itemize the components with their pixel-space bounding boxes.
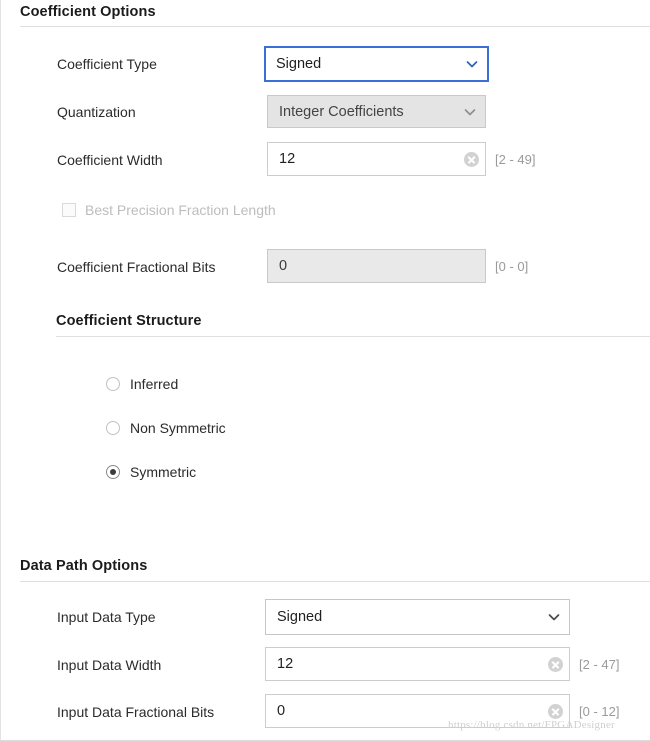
radio-coefficient-structure-inferred[interactable]: Inferred: [106, 376, 178, 392]
range-hint-coefficient-width: [2 - 49]: [495, 152, 536, 167]
select-quantization-value: Integer Coefficients: [279, 103, 404, 120]
select-quantization[interactable]: Integer Coefficients: [267, 95, 486, 128]
radio-coefficient-structure-non-symmetric[interactable]: Non Symmetric: [106, 420, 226, 436]
label-input-data-type: Input Data Type: [57, 609, 156, 625]
checkbox-box-icon[interactable]: [62, 203, 76, 217]
radio-circle-selected-icon[interactable]: [106, 465, 120, 479]
chevron-down-icon: [463, 105, 477, 119]
radio-coefficient-structure-symmetric[interactable]: Symmetric: [106, 464, 196, 480]
input-coefficient-width[interactable]: 12: [267, 142, 486, 176]
select-input-data-type-value: Signed: [277, 609, 323, 625]
input-input-data-fractional-bits-value: 0: [277, 703, 286, 719]
checkbox-best-precision-fraction-length-label: Best Precision Fraction Length: [85, 202, 276, 218]
section-divider-coefficient-options: [20, 26, 650, 27]
clear-circle-icon[interactable]: [548, 656, 563, 672]
range-hint-coefficient-fractional-bits: [0 - 0]: [495, 259, 529, 274]
radio-coefficient-structure-inferred-label: Inferred: [130, 376, 179, 392]
label-input-data-fractional-bits: Input Data Fractional Bits: [57, 704, 215, 720]
radio-coefficient-structure-non-symmetric-label: Non Symmetric: [130, 420, 226, 436]
input-input-data-width-value: 12: [277, 656, 294, 672]
select-input-data-type[interactable]: Signed: [265, 599, 570, 635]
section-divider-data-path-options: [20, 581, 650, 582]
chevron-down-icon: [547, 610, 561, 624]
radio-circle-icon[interactable]: [106, 421, 120, 435]
range-hint-input-data-width: [2 - 47]: [579, 657, 620, 672]
radio-circle-icon[interactable]: [106, 377, 120, 391]
range-hint-input-data-fractional-bits: [0 - 12]: [579, 704, 620, 719]
section-title-coefficient-options: Coefficient Options: [20, 4, 156, 20]
radio-coefficient-structure-symmetric-label: Symmetric: [130, 464, 197, 480]
section-title-data-path-options: Data Path Options: [20, 558, 148, 574]
section-title-coefficient-structure: Coefficient Structure: [56, 313, 202, 329]
chevron-down-icon: [465, 57, 479, 71]
label-coefficient-fractional-bits: Coefficient Fractional Bits: [57, 259, 216, 275]
input-coefficient-fractional-bits-value: 0: [279, 258, 288, 274]
select-coefficient-type[interactable]: Signed: [264, 46, 489, 82]
label-coefficient-type: Coefficient Type: [57, 56, 157, 72]
label-input-data-width: Input Data Width: [57, 657, 162, 673]
section-divider-coefficient-structure: [56, 336, 650, 337]
input-input-data-width[interactable]: 12: [265, 647, 570, 681]
clear-circle-icon[interactable]: [464, 151, 479, 167]
input-input-data-fractional-bits[interactable]: 0: [265, 694, 570, 728]
checkbox-best-precision-fraction-length[interactable]: Best Precision Fraction Length: [62, 202, 276, 218]
options-panel: Coefficient Options Coefficient Type Sig…: [0, 0, 650, 741]
input-coefficient-fractional-bits[interactable]: 0: [267, 249, 486, 283]
input-coefficient-width-value: 12: [279, 151, 296, 167]
select-coefficient-type-value: Signed: [276, 56, 322, 72]
clear-circle-icon[interactable]: [548, 703, 563, 719]
label-quantization: Quantization: [57, 104, 136, 120]
label-coefficient-width: Coefficient Width: [57, 152, 163, 168]
